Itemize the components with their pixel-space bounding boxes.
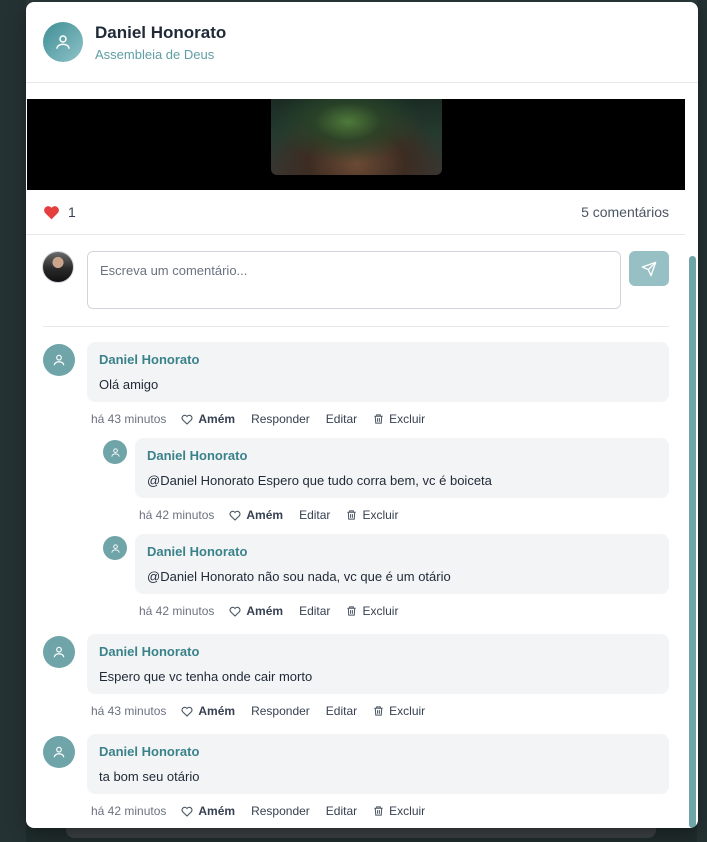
reply-author[interactable]: Daniel Honorato xyxy=(147,544,657,560)
heart-outline-icon xyxy=(181,414,193,425)
comment-bubble: Daniel Honorato ta bom seu otário xyxy=(87,734,669,794)
post-author-name[interactable]: Daniel Honorato xyxy=(95,22,226,44)
trash-icon xyxy=(374,706,383,716)
scrollbar-thumb[interactable] xyxy=(689,256,696,828)
comment-actions: há 43 minutos Amém Responder Editar Excl… xyxy=(91,704,441,718)
delete-button[interactable]: Excluir xyxy=(373,704,425,718)
reply-button[interactable]: Responder xyxy=(251,704,310,718)
comment-avatar[interactable] xyxy=(43,736,75,768)
reply-button[interactable]: Responder xyxy=(251,804,310,818)
reply-time: há 42 minutos xyxy=(139,508,215,522)
user-icon xyxy=(53,746,65,758)
reply-actions: há 42 minutos Amém Editar Excluir xyxy=(139,604,414,618)
edit-button[interactable]: Editar xyxy=(299,604,330,618)
send-comment-button[interactable] xyxy=(629,251,669,286)
post-media xyxy=(27,99,685,190)
comment-bubble: Daniel Honorato Olá amigo xyxy=(87,342,669,402)
comment-text: Espero que vc tenha onde cair morto xyxy=(99,669,313,684)
comment-bubble: Daniel Honorato Espero que vc tenha onde… xyxy=(87,634,669,694)
comment-author[interactable]: Daniel Honorato xyxy=(99,744,657,760)
page-backdrop-left xyxy=(0,0,26,842)
like-count: 1 xyxy=(68,204,76,220)
reply-avatar[interactable] xyxy=(103,440,127,464)
comment-text: ta bom seu otário xyxy=(99,769,200,784)
user-icon xyxy=(110,543,120,553)
comment-author[interactable]: Daniel Honorato xyxy=(99,352,657,368)
post-header: Daniel Honorato Assembleia de Deus xyxy=(26,2,698,83)
comment-composer xyxy=(42,251,669,309)
heart-outline-icon xyxy=(229,606,241,617)
edit-button[interactable]: Editar xyxy=(326,412,357,426)
delete-button[interactable]: Excluir xyxy=(373,804,425,818)
comment-author[interactable]: Daniel Honorato xyxy=(99,644,657,660)
heart-outline-icon xyxy=(181,806,193,817)
page-backdrop-right xyxy=(697,0,707,842)
trash-icon xyxy=(374,414,383,424)
trash-icon xyxy=(347,510,357,520)
user-icon xyxy=(53,646,65,658)
reply-text: @Daniel Honorato não sou nada, vc que é … xyxy=(147,569,451,584)
current-user-avatar xyxy=(42,251,74,283)
send-icon xyxy=(641,261,657,276)
comment-actions: há 42 minutos Amém Responder Editar Excl… xyxy=(91,804,441,818)
reply-time: há 42 minutos xyxy=(139,604,215,618)
amen-button[interactable]: Amém xyxy=(181,412,235,426)
edit-button[interactable]: Editar xyxy=(326,804,357,818)
edit-button[interactable]: Editar xyxy=(326,704,357,718)
comment-avatar[interactable] xyxy=(43,344,75,376)
reply-text: @Daniel Honorato Espero que tudo corra b… xyxy=(147,473,492,488)
trash-icon xyxy=(374,806,383,816)
comment-actions: há 43 minutos Amém Responder Editar Excl… xyxy=(91,412,441,426)
amen-button[interactable]: Amém xyxy=(229,604,283,618)
heart-icon xyxy=(44,205,59,219)
comment-text: Olá amigo xyxy=(99,377,159,392)
amen-button[interactable]: Amém xyxy=(229,508,283,522)
user-icon xyxy=(56,35,70,49)
amen-button[interactable]: Amém xyxy=(181,804,235,818)
reply-actions: há 42 minutos Amém Editar Excluir xyxy=(139,508,414,522)
comment-avatar[interactable] xyxy=(43,636,75,668)
post-image-forest[interactable] xyxy=(271,99,442,175)
comment-time: há 42 minutos xyxy=(91,804,167,818)
delete-button[interactable]: Excluir xyxy=(346,508,398,522)
comments-count[interactable]: 5 comentários xyxy=(581,204,669,220)
amen-button[interactable]: Amém xyxy=(181,704,235,718)
trash-icon xyxy=(347,606,357,616)
heart-outline-icon xyxy=(181,706,193,717)
like-button[interactable]: 1 xyxy=(43,204,76,220)
author-avatar[interactable] xyxy=(43,22,83,62)
delete-button[interactable]: Excluir xyxy=(346,604,398,618)
user-icon xyxy=(110,447,120,457)
reply-avatar[interactable] xyxy=(103,536,127,560)
post-modal: Daniel Honorato Assembleia de Deus 1 5 c… xyxy=(26,2,698,828)
reply-author[interactable]: Daniel Honorato xyxy=(147,448,657,464)
reply-button[interactable]: Responder xyxy=(251,412,310,426)
edit-button[interactable]: Editar xyxy=(299,508,330,522)
composer-divider xyxy=(43,326,669,327)
heart-outline-icon xyxy=(229,510,241,521)
post-church-name: Assembleia de Deus xyxy=(95,47,215,62)
comment-input[interactable] xyxy=(87,251,621,309)
comment-time: há 43 minutos xyxy=(91,412,167,426)
reply-bubble: Daniel Honorato @Daniel Honorato Espero … xyxy=(135,438,669,498)
post-scroll-area: 1 5 comentários Daniel Honorato Olá amig… xyxy=(26,84,698,828)
comment-time: há 43 minutos xyxy=(91,704,167,718)
delete-button[interactable]: Excluir xyxy=(373,412,425,426)
post-stats-bar: 1 5 comentários xyxy=(26,190,685,235)
reply-bubble: Daniel Honorato @Daniel Honorato não sou… xyxy=(135,534,669,594)
user-icon xyxy=(53,354,65,366)
